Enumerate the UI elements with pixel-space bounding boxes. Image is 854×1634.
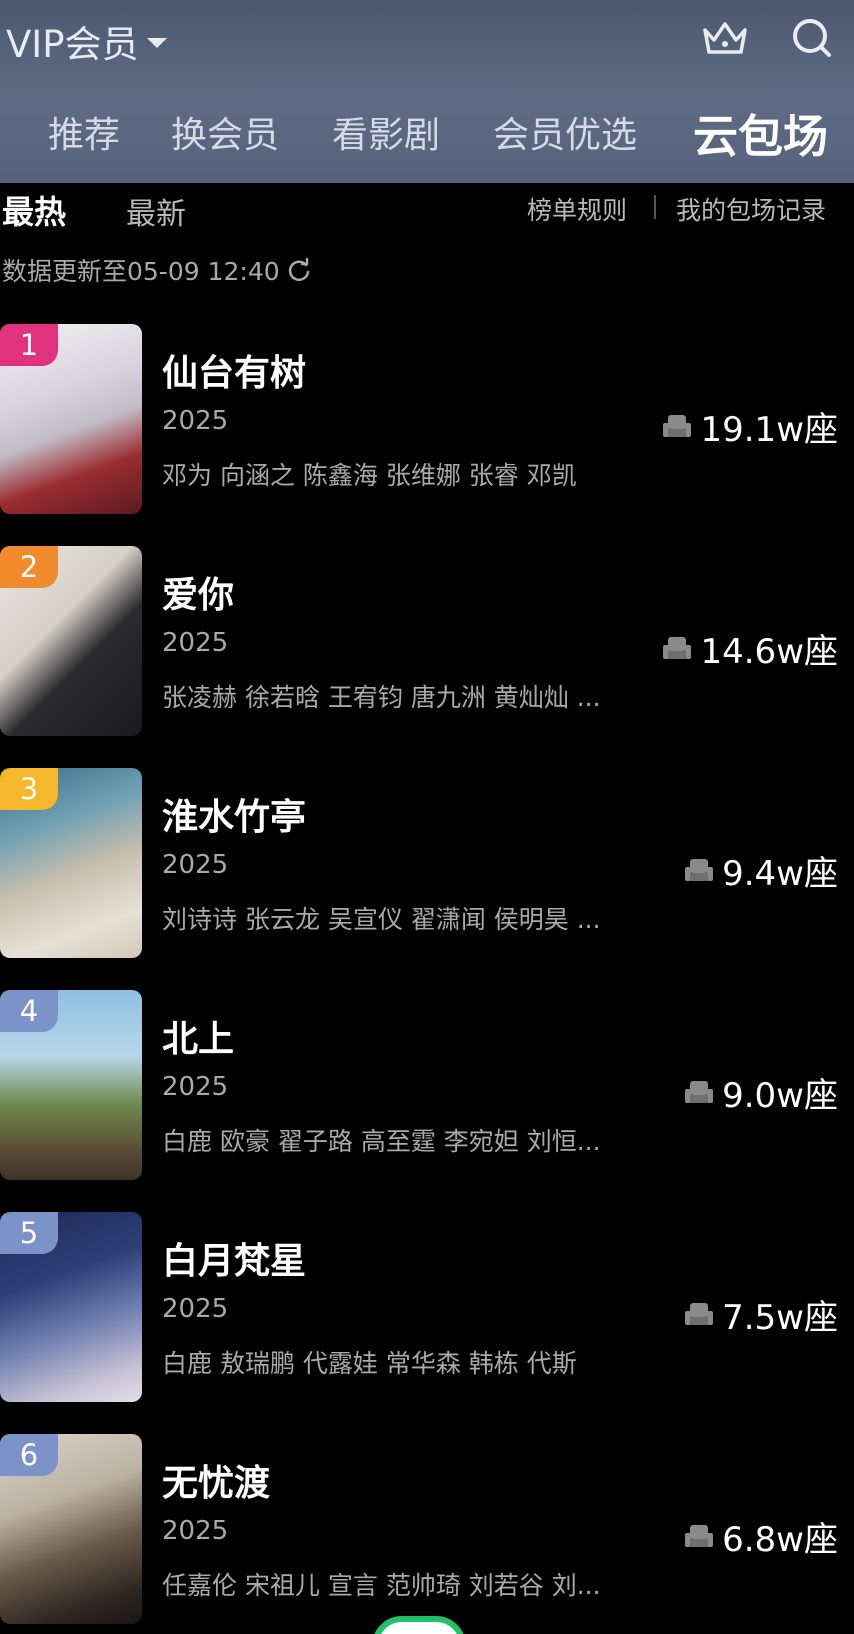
poster-image[interactable]: 3 bbox=[0, 768, 142, 958]
seat-count-text: 7.5w座 bbox=[722, 1298, 838, 1338]
seat-count-text: 9.0w座 bbox=[722, 1076, 838, 1116]
seat-icon bbox=[685, 858, 714, 881]
seat-count: 19.1w座 bbox=[662, 402, 838, 451]
poster-image[interactable]: 1 bbox=[0, 324, 142, 514]
tab-cloud-screening[interactable]: 云包场 bbox=[693, 100, 828, 165]
seat-count: 9.0w座 bbox=[684, 1068, 838, 1117]
rank-badge: 4 bbox=[0, 990, 58, 1032]
crown-icon[interactable] bbox=[700, 16, 750, 60]
seat-count: 14.6w座 bbox=[662, 624, 838, 673]
seat-count-text: 19.1w座 bbox=[700, 410, 838, 450]
update-text: 数据更新至05-09 12:40 bbox=[2, 257, 280, 286]
poster-image[interactable]: 5 bbox=[0, 1212, 142, 1402]
seat-count-text: 9.4w座 bbox=[722, 854, 838, 894]
drama-title[interactable]: 淮水竹亭 bbox=[162, 788, 306, 840]
rank-badge: 1 bbox=[0, 324, 58, 366]
sort-newest[interactable]: 最新 bbox=[126, 189, 186, 233]
tab-switch-member[interactable]: 换会员 bbox=[171, 106, 279, 158]
list-item[interactable]: 5 白月梵星 2025 白鹿 敖瑞鹏 代露娃 常华森 韩栋 代斯 7.5w座 bbox=[0, 1212, 854, 1402]
drama-title[interactable]: 无忧渡 bbox=[162, 1454, 270, 1506]
drama-title[interactable]: 北上 bbox=[162, 1010, 234, 1062]
seat-count: 7.5w座 bbox=[684, 1290, 838, 1339]
refresh-icon[interactable] bbox=[286, 257, 312, 283]
drama-cast: 张凌赫 徐若晗 王宥钧 唐九洲 黄灿灿 ... bbox=[162, 683, 601, 712]
ranking-rules-link[interactable]: 榜单规则 bbox=[527, 191, 627, 227]
drama-year: 2025 bbox=[162, 1294, 229, 1324]
update-info: 数据更新至05-09 12:40 bbox=[2, 252, 312, 288]
poster-image[interactable]: 2 bbox=[0, 546, 142, 736]
my-records-link[interactable]: 我的包场记录 bbox=[676, 191, 826, 227]
caret-down-icon bbox=[146, 38, 167, 48]
list-item[interactable]: 6 无忧渡 2025 任嘉伦 宋祖儿 宣言 范帅琦 刘若谷 刘... 6.8w座 bbox=[0, 1434, 854, 1624]
drama-title[interactable]: 爱你 bbox=[162, 566, 234, 618]
drama-cast: 刘诗诗 张云龙 吴宣仪 翟潇闻 侯明昊 ... bbox=[162, 905, 601, 934]
list-item[interactable]: 1 仙台有树 2025 邓为 向涵之 陈鑫海 张维娜 张睿 邓凯 19.1w座 bbox=[0, 324, 854, 514]
rank-badge: 5 bbox=[0, 1212, 58, 1254]
tab-member-picks[interactable]: 会员优选 bbox=[493, 106, 637, 158]
poster-image[interactable]: 6 bbox=[0, 1434, 142, 1624]
drama-year: 2025 bbox=[162, 1516, 229, 1546]
seat-icon bbox=[663, 414, 692, 437]
list-item[interactable]: 4 北上 2025 白鹿 欧豪 翟子路 高至霆 李宛妲 刘恒... 9.0w座 bbox=[0, 990, 854, 1180]
search-icon[interactable] bbox=[790, 16, 834, 60]
seat-icon bbox=[685, 1302, 714, 1325]
vip-label: VIP会员 bbox=[6, 23, 139, 66]
drama-cast: 白鹿 敖瑞鹏 代露娃 常华森 韩栋 代斯 bbox=[162, 1349, 577, 1378]
rank-badge: 2 bbox=[0, 546, 58, 588]
drama-year: 2025 bbox=[162, 628, 229, 658]
drama-year: 2025 bbox=[162, 850, 229, 880]
seat-icon bbox=[685, 1080, 714, 1103]
seat-icon bbox=[685, 1524, 714, 1547]
tab-recommend[interactable]: 推荐 bbox=[48, 106, 120, 158]
seat-count-text: 6.8w座 bbox=[722, 1520, 838, 1560]
rank-badge: 6 bbox=[0, 1434, 58, 1476]
drama-title[interactable]: 仙台有树 bbox=[162, 344, 306, 396]
drama-title[interactable]: 白月梵星 bbox=[162, 1232, 306, 1284]
list-item[interactable]: 2 爱你 2025 张凌赫 徐若晗 王宥钧 唐九洲 黄灿灿 ... 14.6w座 bbox=[0, 546, 854, 736]
poster-image[interactable]: 4 bbox=[0, 990, 142, 1180]
seat-icon bbox=[663, 636, 692, 659]
sort-hottest[interactable]: 最热 bbox=[2, 187, 66, 233]
seat-count: 6.8w座 bbox=[684, 1512, 838, 1561]
drama-year: 2025 bbox=[162, 406, 229, 436]
drama-cast: 邓为 向涵之 陈鑫海 张维娜 张睿 邓凯 bbox=[162, 461, 577, 490]
drama-cast: 白鹿 欧豪 翟子路 高至霆 李宛妲 刘恒... bbox=[162, 1127, 601, 1156]
divider bbox=[654, 195, 656, 219]
list-item[interactable]: 3 淮水竹亭 2025 刘诗诗 张云龙 吴宣仪 翟潇闻 侯明昊 ... 9.4w… bbox=[0, 768, 854, 958]
drama-cast: 任嘉伦 宋祖儿 宣言 范帅琦 刘若谷 刘... bbox=[162, 1571, 601, 1600]
top-header: VIP会员 推荐 换会员 看影剧 会员优选 云包场 bbox=[0, 0, 854, 183]
rank-badge: 3 bbox=[0, 768, 58, 810]
top-tabs: 推荐 换会员 看影剧 会员优选 云包场 bbox=[0, 100, 854, 166]
seat-count-text: 14.6w座 bbox=[700, 632, 838, 672]
seat-count: 9.4w座 bbox=[684, 846, 838, 895]
sort-bar: 最热 最新 榜单规则 我的包场记录 bbox=[0, 183, 854, 243]
vip-dropdown[interactable]: VIP会员 bbox=[6, 14, 167, 68]
tab-watch-shows[interactable]: 看影剧 bbox=[332, 106, 440, 158]
drama-year: 2025 bbox=[162, 1072, 229, 1102]
